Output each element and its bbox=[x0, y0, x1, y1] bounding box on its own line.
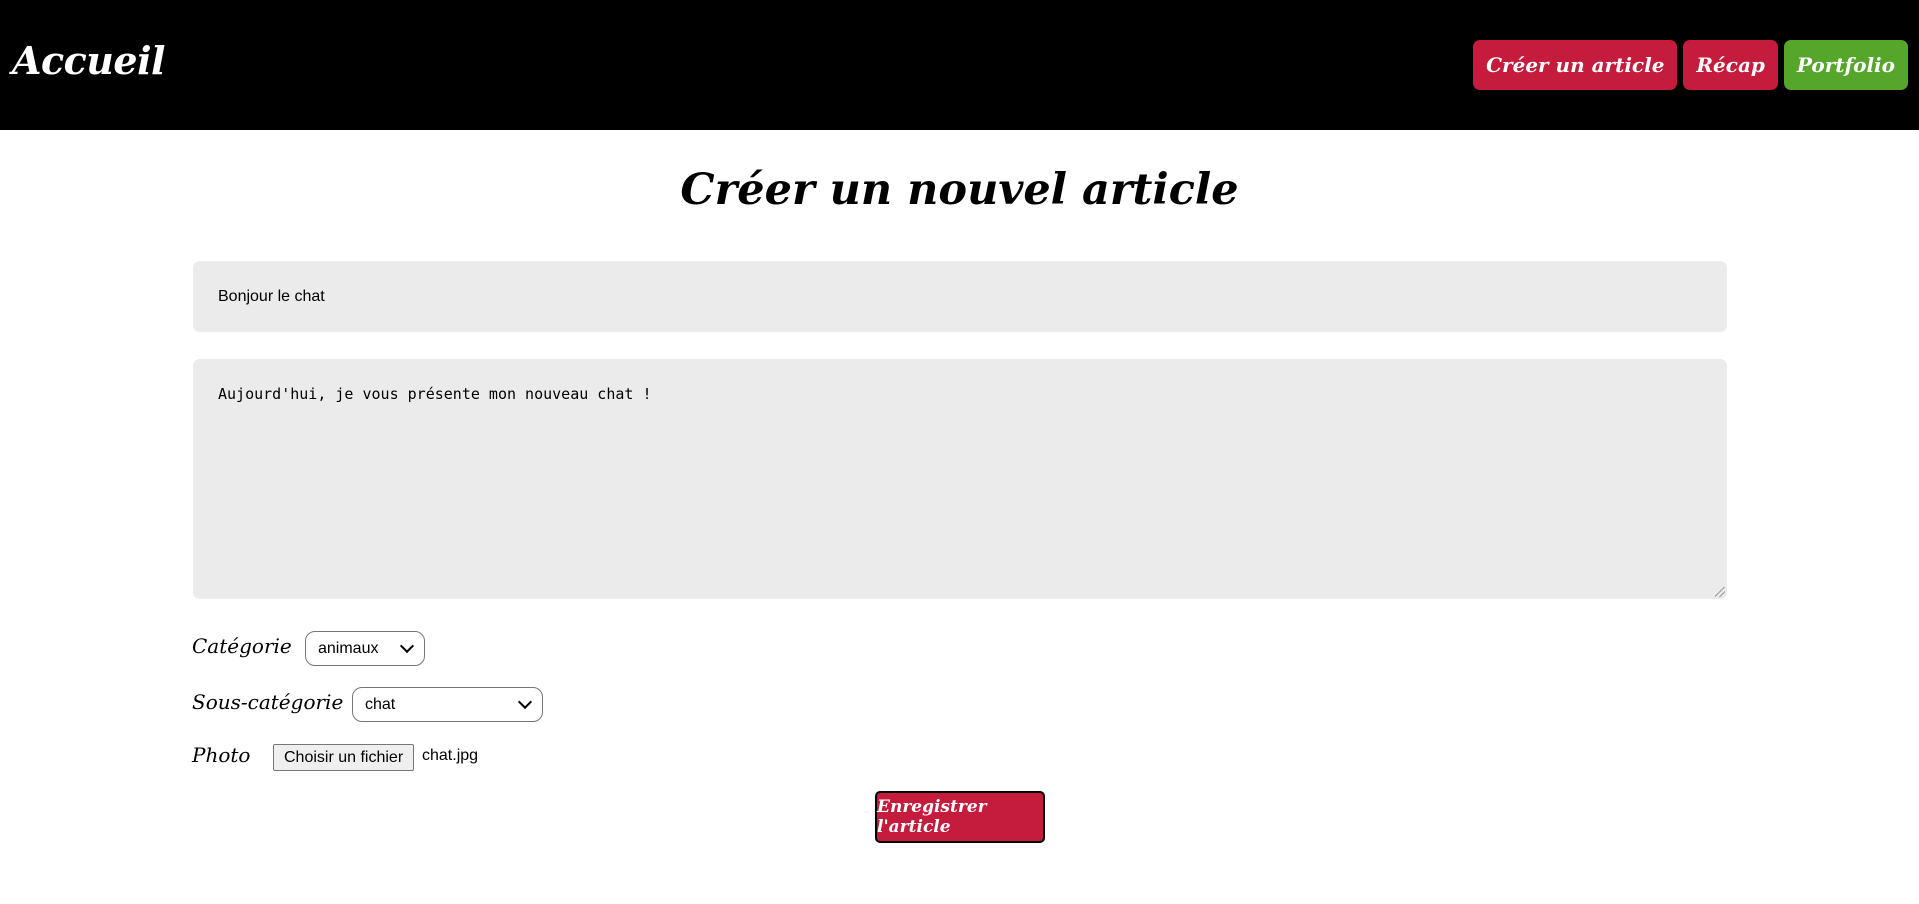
category-select[interactable]: animaux bbox=[305, 631, 425, 666]
chevron-down-icon bbox=[517, 694, 533, 710]
portfolio-nav-button[interactable]: Portfolio bbox=[1783, 40, 1908, 90]
create-article-nav-button[interactable]: Créer un article bbox=[1473, 40, 1678, 90]
home-link[interactable]: Accueil bbox=[12, 38, 165, 83]
choose-file-button[interactable]: Choisir un fichier bbox=[273, 744, 415, 771]
main-nav: Créer un article Récap Portfolio bbox=[1473, 40, 1908, 90]
top-navbar: Accueil Créer un article Récap Portfolio bbox=[0, 0, 1919, 130]
save-article-button[interactable]: Enregistrer l'article bbox=[875, 791, 1045, 843]
page-title: Créer un nouvel article bbox=[680, 165, 1239, 215]
resize-handle-icon[interactable] bbox=[1715, 587, 1725, 597]
subcategory-selected-value: chat bbox=[365, 695, 396, 713]
selected-file-name: chat.jpg bbox=[422, 747, 479, 764]
chevron-down-icon bbox=[399, 638, 415, 654]
article-content-textarea[interactable]: Aujourd'hui, je vous présente mon nouvea… bbox=[193, 359, 1727, 599]
article-title-input[interactable]: Bonjour le chat bbox=[193, 261, 1727, 332]
photo-label: Photo bbox=[192, 743, 251, 767]
article-content-text: Aujourd'hui, je vous présente mon nouvea… bbox=[218, 385, 652, 403]
recap-nav-button[interactable]: Récap bbox=[1683, 40, 1778, 90]
subcategory-select[interactable]: chat bbox=[352, 687, 543, 722]
category-label: Catégorie bbox=[192, 634, 292, 658]
category-selected-value: animaux bbox=[318, 639, 379, 657]
subcategory-label: Sous-catégorie bbox=[192, 690, 344, 714]
